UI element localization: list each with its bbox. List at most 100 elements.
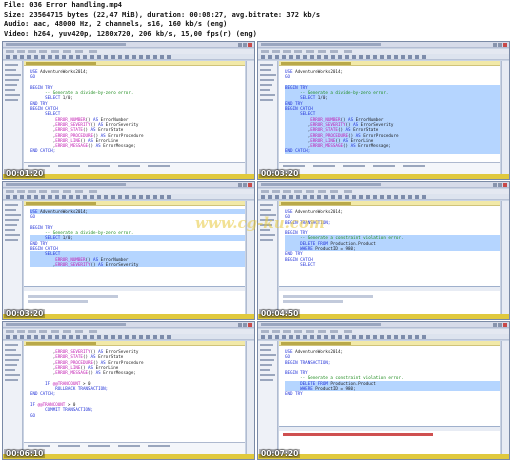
properties-field <box>58 165 80 167</box>
toolbar-button-icon <box>296 335 300 339</box>
properties-field <box>148 445 170 447</box>
toolbar-button-icon <box>90 195 94 199</box>
toolbar-button-icon <box>415 55 419 59</box>
toolbar-button-icon <box>55 335 59 339</box>
toolbar-button-icon <box>132 55 136 59</box>
code-token: ERROR_STATE <box>55 127 83 133</box>
menu-item <box>330 330 338 333</box>
toolbar-button-icon <box>352 55 356 59</box>
menu-item <box>261 190 269 193</box>
code-token: -- Generate a constraint violation error… <box>285 235 404 241</box>
code-token: USE <box>285 349 296 354</box>
toolbar-button-icon <box>268 195 272 199</box>
query-tab-label <box>26 342 96 345</box>
code-token: END TRY <box>285 251 303 257</box>
code-token: () <box>93 359 101 365</box>
results-row <box>283 295 373 298</box>
toolbar-button-icon <box>310 335 314 339</box>
tree-item <box>5 64 18 66</box>
query-editor: USE AdventureWorks2014; GO BEGIN TRY -- Ge… <box>24 61 245 174</box>
window-titlebar <box>3 42 254 48</box>
properties-pane <box>246 341 254 454</box>
menu-item <box>330 50 338 53</box>
menu-item <box>344 330 352 333</box>
toolbar-button-icon <box>153 55 157 59</box>
toolbar-button-icon <box>261 335 265 339</box>
menu-item <box>294 50 302 53</box>
code-token: IF <box>30 401 38 407</box>
menu-item <box>28 50 36 53</box>
code-token: AdventureWorks2014; <box>40 209 88 214</box>
tree-item <box>5 359 19 361</box>
toolbar-button-icon <box>153 195 157 199</box>
toolbar-button-icon <box>373 195 377 199</box>
watermark: www.cg-ku.com <box>195 214 325 232</box>
results-row <box>28 295 118 298</box>
code-token: END CATCH; <box>30 148 56 154</box>
code-token: END TRY <box>285 391 303 397</box>
toolbar-button-icon <box>282 195 286 199</box>
properties-field <box>373 165 395 167</box>
toolbar-button-icon <box>132 195 136 199</box>
code-token: () <box>80 364 89 370</box>
tree-item <box>5 214 21 216</box>
menu-item <box>283 190 291 193</box>
menu-item <box>294 190 302 193</box>
toolbar-button-icon <box>27 55 31 59</box>
toolbar-button-icon <box>268 55 272 59</box>
code-token: -- Generate a constraint violation error… <box>285 375 404 381</box>
toolbar-button-icon <box>104 335 108 339</box>
query-tab <box>24 61 245 66</box>
tree-item <box>5 374 20 376</box>
toolbar-button-icon <box>317 335 321 339</box>
tree-item <box>5 369 15 371</box>
toolbar-button-icon <box>345 195 349 199</box>
window-titlebar <box>3 322 254 328</box>
toolbar-button-icon <box>97 55 101 59</box>
results-tabs <box>279 287 500 291</box>
code-token: SELECT <box>30 235 63 241</box>
code-token: AS <box>88 364 96 370</box>
code-line: GO <box>30 413 245 418</box>
toolbar-button-icon <box>303 195 307 199</box>
toolbar-button-icon <box>118 195 122 199</box>
tree-item <box>260 239 273 241</box>
tree-item <box>5 239 18 241</box>
toolbar <box>258 54 509 60</box>
menu-item <box>272 50 280 53</box>
properties-pane <box>246 61 254 174</box>
tree-item <box>260 94 275 96</box>
code-token: ErrorState <box>98 127 124 133</box>
toolbar-button-icon <box>289 55 293 59</box>
tree-item <box>5 84 17 86</box>
code-token: AS <box>98 121 106 127</box>
code-token: AS <box>93 116 101 122</box>
code-token: 1/0; <box>62 235 73 241</box>
code-token: GO <box>30 214 36 220</box>
tree-item <box>5 354 21 356</box>
toolbar-button-icon <box>366 195 370 199</box>
code-token: , <box>285 137 311 143</box>
toolbar-button-icon <box>6 195 10 199</box>
code-token: BEGIN TRY <box>285 370 308 376</box>
toolbar-button-icon <box>104 55 108 59</box>
properties-field <box>403 165 425 167</box>
toolbar-button-icon <box>296 55 300 59</box>
toolbar-button-icon <box>146 335 150 339</box>
toolbar-button-icon <box>338 195 342 199</box>
messages-pane <box>279 426 500 454</box>
code-token: ErrorNumber <box>100 116 129 122</box>
timestamp: 00:01:20 <box>4 169 46 178</box>
properties-field <box>148 165 170 167</box>
toolbar-button-icon <box>55 195 59 199</box>
toolbar-button-icon <box>359 335 363 339</box>
toolbar-button-icon <box>380 335 384 339</box>
code-token: AS <box>345 127 354 133</box>
window-controls <box>493 323 507 327</box>
properties-field <box>118 165 140 167</box>
toolbar-button-icon <box>97 195 101 199</box>
toolbar <box>3 334 254 340</box>
query-tab <box>279 61 500 66</box>
toolbar <box>258 194 509 200</box>
tree-item <box>260 379 273 381</box>
